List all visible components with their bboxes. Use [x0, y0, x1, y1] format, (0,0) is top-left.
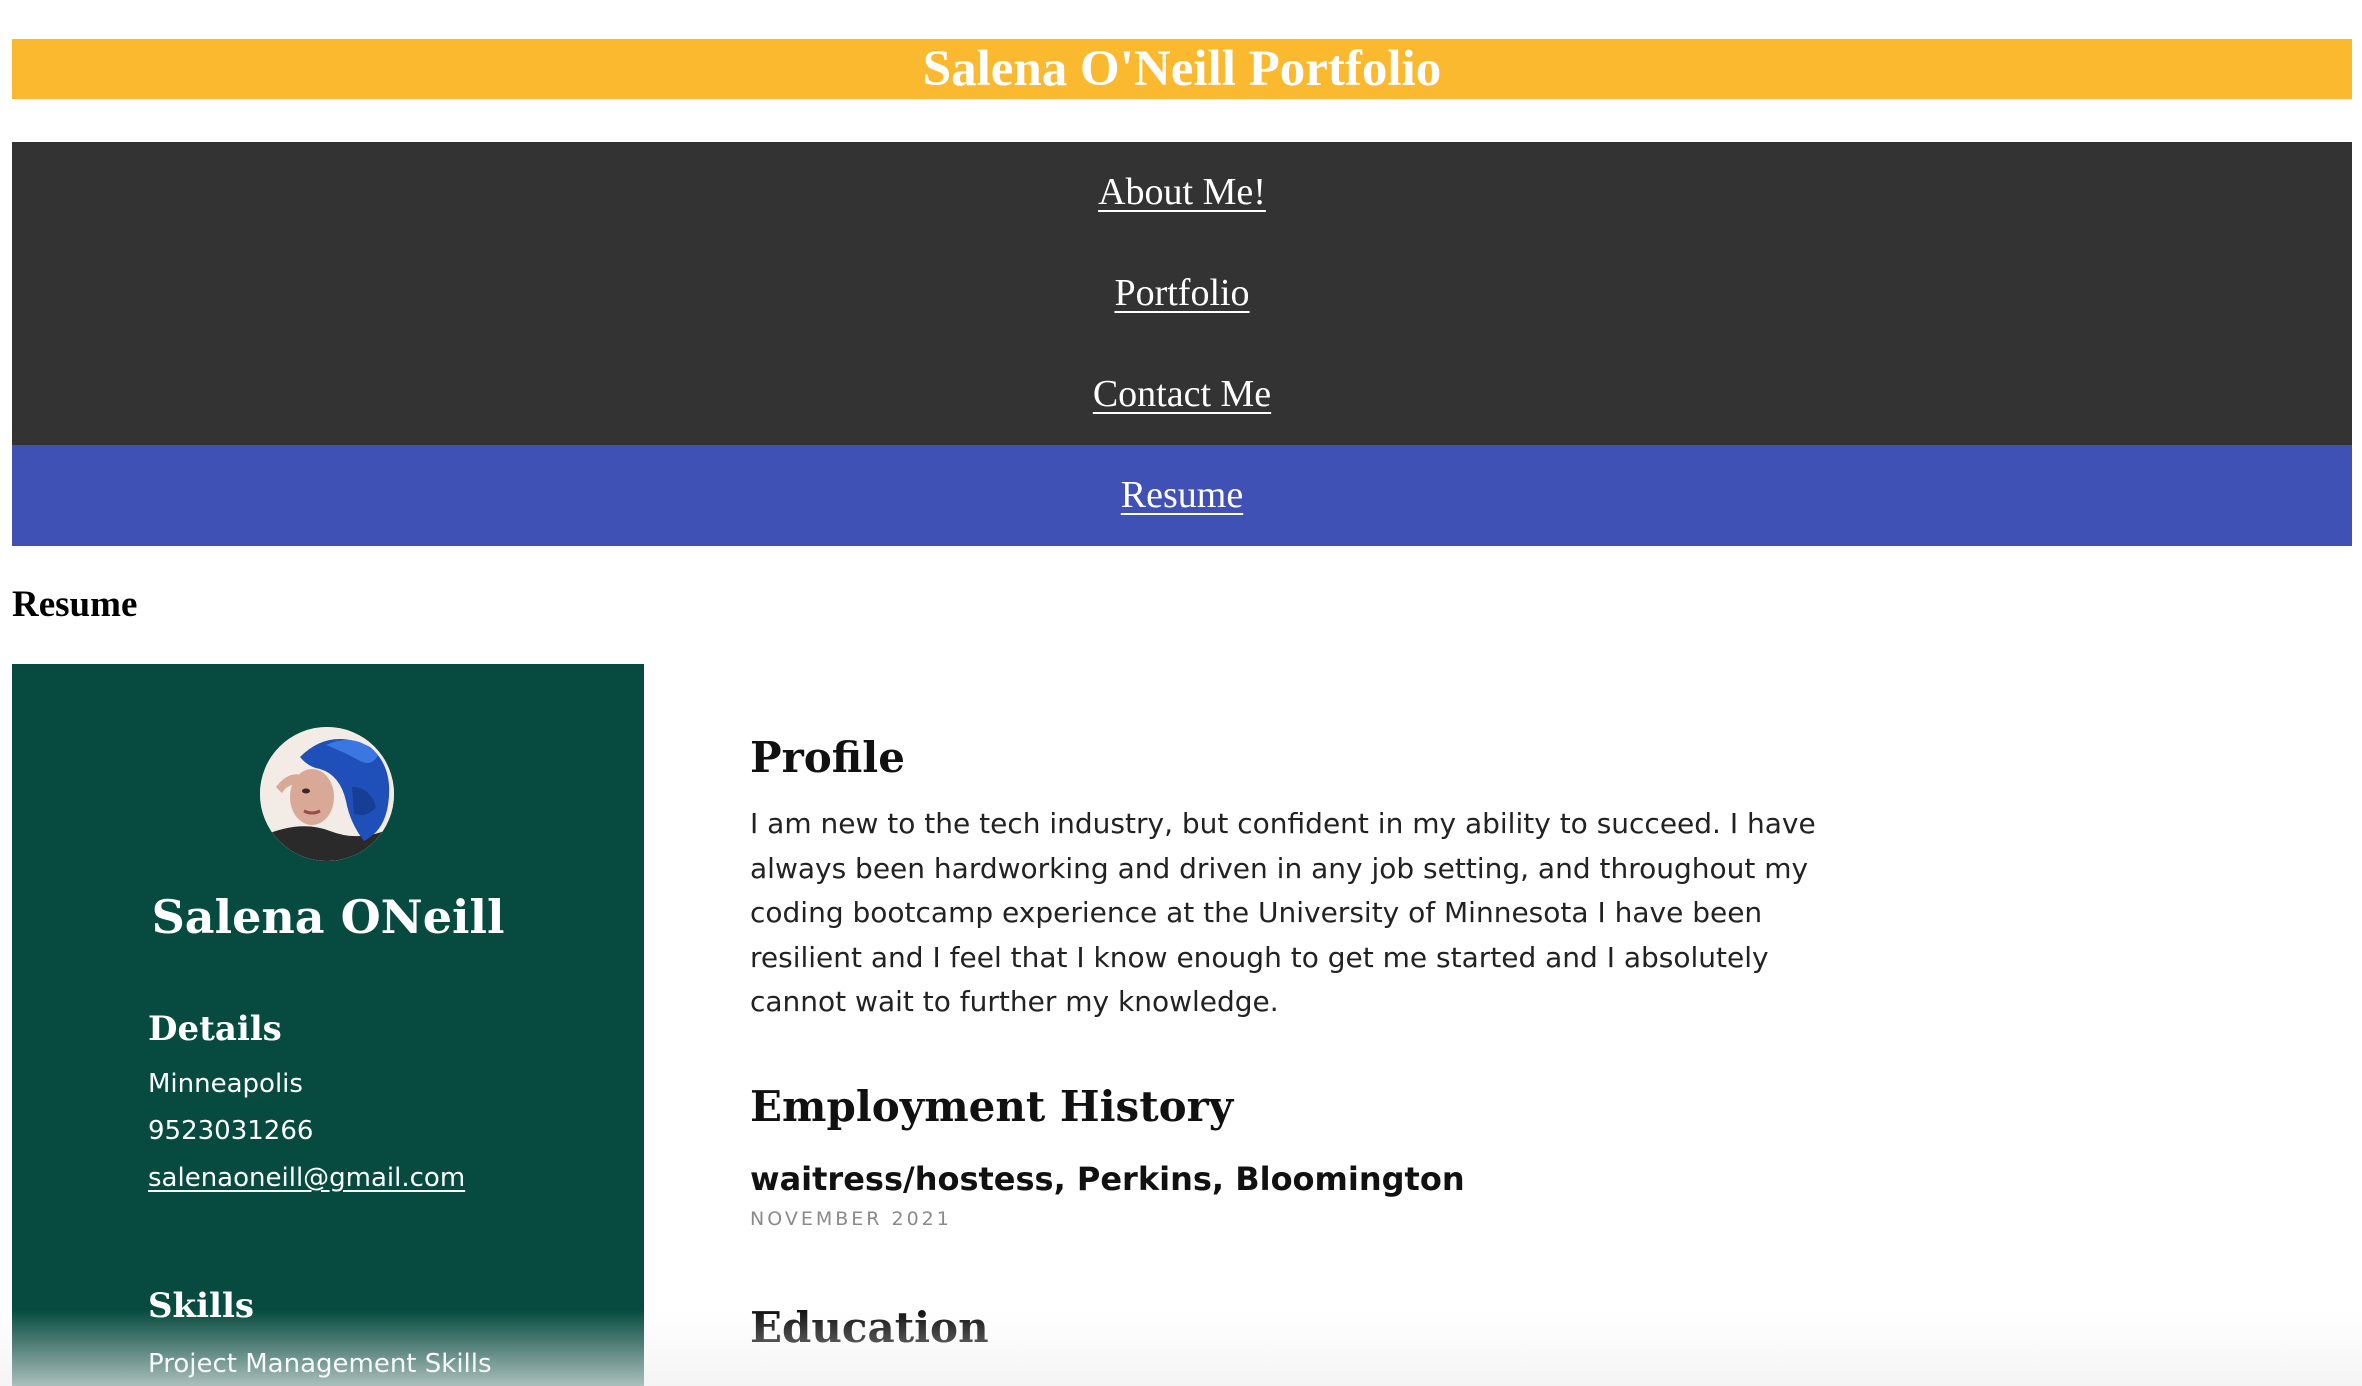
- nav-item-resume: Resume: [12, 445, 2352, 546]
- details-email-line: salenaoneill@gmail.com: [148, 1158, 465, 1198]
- details-phone: 9523031266: [148, 1116, 314, 1146]
- profile-heading: Profile: [750, 733, 905, 782]
- details-heading: Details: [148, 1009, 282, 1049]
- nav-link-resume[interactable]: Resume: [1121, 474, 1243, 516]
- details-city: Minneapolis: [148, 1069, 303, 1099]
- site-title: Salena O'Neill Portfolio: [922, 41, 1442, 97]
- avatar-portrait-image: [260, 727, 394, 861]
- nav-link-about[interactable]: About Me!: [1098, 171, 1266, 213]
- job-date: NOVEMBER 2021: [750, 1208, 952, 1230]
- sidebar-name: Salena ONeill: [151, 890, 505, 944]
- skills-heading: Skills: [148, 1286, 255, 1326]
- nav-item-portfolio: Portfolio: [12, 243, 2352, 344]
- site-header: Salena O'Neill Portfolio: [12, 39, 2352, 99]
- nav-item-about: About Me!: [12, 142, 2352, 243]
- education-heading: Education: [750, 1303, 989, 1352]
- profile-text: I am new to the tech industry, but confi…: [750, 807, 1816, 1018]
- job-title: waitress/hostess, Perkins, Bloomington: [750, 1160, 1465, 1198]
- page-title: Resume: [12, 584, 138, 625]
- nav-link-contact[interactable]: Contact Me: [1093, 373, 1271, 415]
- skill-item: Project Management Skills: [148, 1349, 492, 1379]
- details-email-link[interactable]: salenaoneill@gmail.com: [148, 1163, 465, 1193]
- main-nav: About Me! Portfolio Contact Me Resume: [12, 142, 2352, 546]
- employment-heading: Employment History: [750, 1082, 1234, 1131]
- resume-sidebar: Salena ONeill Details Minneapolis 952303…: [12, 664, 644, 1386]
- avatar: [260, 727, 394, 861]
- nav-item-contact: Contact Me: [12, 344, 2352, 445]
- nav-link-portfolio[interactable]: Portfolio: [1114, 272, 1249, 314]
